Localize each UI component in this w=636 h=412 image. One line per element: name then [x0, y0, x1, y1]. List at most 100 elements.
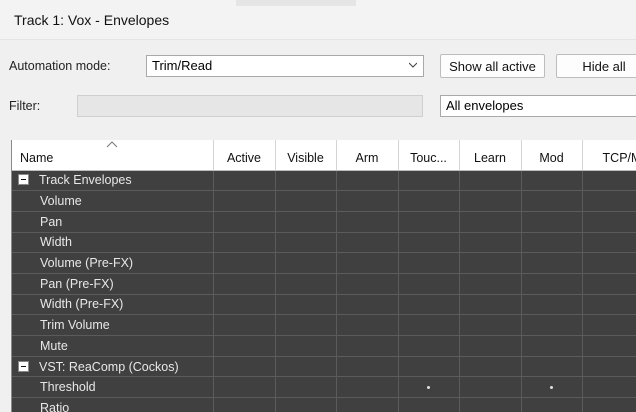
- cell-1[interactable]: [213, 314, 276, 336]
- cell-4[interactable]: [398, 252, 460, 274]
- row-name-cell[interactable]: Pan (Pre-FX): [12, 273, 214, 295]
- cell-2[interactable]: [275, 273, 337, 295]
- cell-4[interactable]: [398, 356, 460, 378]
- cell-3[interactable]: [336, 273, 399, 295]
- cell-7[interactable]: [582, 252, 636, 274]
- cell-2[interactable]: [275, 376, 337, 399]
- row-name-cell[interactable]: Pan: [12, 211, 214, 233]
- row-name-cell[interactable]: Volume (Pre-FX): [12, 252, 214, 274]
- cell-1[interactable]: [213, 335, 276, 357]
- cell-3[interactable]: [336, 376, 399, 399]
- cell-2[interactable]: [275, 397, 337, 412]
- row-name-cell[interactable]: VST: ReaComp (Cockos): [12, 356, 214, 378]
- cell-3[interactable]: [336, 335, 399, 357]
- cell-2[interactable]: [275, 190, 337, 212]
- column-header-7[interactable]: TCP/M: [582, 140, 636, 171]
- row-name-cell[interactable]: Width: [12, 232, 214, 254]
- cell-1[interactable]: [213, 211, 276, 233]
- cell-6[interactable]: [521, 376, 583, 399]
- cell-7[interactable]: [582, 335, 636, 357]
- group-row[interactable]: Track Envelopes: [12, 170, 636, 192]
- envelope-scope-select[interactable]: All envelopes: [440, 95, 636, 117]
- cell-5[interactable]: [459, 356, 522, 378]
- envelope-row[interactable]: Mute: [12, 335, 636, 357]
- automation-mode-select[interactable]: Trim/Read: [146, 55, 424, 77]
- cell-1[interactable]: [213, 170, 276, 192]
- cell-7[interactable]: [582, 273, 636, 295]
- envelope-row[interactable]: Volume: [12, 190, 636, 212]
- cell-1[interactable]: [213, 397, 276, 412]
- cell-7[interactable]: [582, 356, 636, 378]
- cell-4[interactable]: [398, 273, 460, 295]
- cell-3[interactable]: [336, 190, 399, 212]
- show-all-active-button[interactable]: Show all active: [440, 54, 545, 78]
- cell-3[interactable]: [336, 170, 399, 192]
- row-name-cell[interactable]: Track Envelopes: [12, 170, 214, 192]
- cell-4[interactable]: [398, 314, 460, 336]
- column-header-3[interactable]: Arm: [336, 140, 399, 171]
- cell-5[interactable]: [459, 170, 522, 192]
- collapse-icon[interactable]: [18, 360, 29, 372]
- cell-4[interactable]: [398, 190, 460, 212]
- cell-5[interactable]: [459, 273, 522, 295]
- envelope-row[interactable]: Trim Volume: [12, 314, 636, 336]
- cell-1[interactable]: [213, 356, 276, 378]
- cell-5[interactable]: [459, 397, 522, 412]
- cell-5[interactable]: [459, 211, 522, 233]
- cell-6[interactable]: [521, 356, 583, 378]
- cell-2[interactable]: [275, 335, 337, 357]
- cell-7[interactable]: [582, 397, 636, 412]
- cell-3[interactable]: [336, 356, 399, 378]
- cell-7[interactable]: [582, 314, 636, 336]
- cell-4[interactable]: [398, 335, 460, 357]
- cell-3[interactable]: [336, 397, 399, 412]
- cell-6[interactable]: [521, 232, 583, 254]
- cell-6[interactable]: [521, 211, 583, 233]
- cell-5[interactable]: [459, 190, 522, 212]
- cell-4[interactable]: [398, 397, 460, 412]
- group-row[interactable]: VST: ReaComp (Cockos): [12, 356, 636, 378]
- cell-2[interactable]: [275, 211, 337, 233]
- envelope-row[interactable]: Pan (Pre-FX): [12, 273, 636, 295]
- envelope-row[interactable]: Threshold: [12, 376, 636, 399]
- cell-6[interactable]: [521, 252, 583, 274]
- cell-1[interactable]: [213, 232, 276, 254]
- hide-all-button[interactable]: Hide all: [556, 54, 636, 78]
- column-header-name[interactable]: Name: [12, 140, 214, 171]
- row-name-cell[interactable]: Threshold: [12, 376, 214, 399]
- cell-5[interactable]: [459, 294, 522, 316]
- cell-3[interactable]: [336, 314, 399, 336]
- cell-1[interactable]: [213, 294, 276, 316]
- cell-7[interactable]: [582, 170, 636, 192]
- cell-7[interactable]: [582, 232, 636, 254]
- cell-5[interactable]: [459, 376, 522, 399]
- envelope-row[interactable]: Pan: [12, 211, 636, 233]
- cell-2[interactable]: [275, 356, 337, 378]
- cell-1[interactable]: [213, 190, 276, 212]
- row-name-cell[interactable]: Volume: [12, 190, 214, 212]
- column-header-6[interactable]: Mod: [521, 140, 583, 171]
- column-header-1[interactable]: Active: [213, 140, 276, 171]
- cell-4[interactable]: [398, 211, 460, 233]
- row-name-cell[interactable]: Ratio: [12, 397, 214, 412]
- cell-7[interactable]: [582, 190, 636, 212]
- cell-1[interactable]: [213, 273, 276, 295]
- cell-6[interactable]: [521, 314, 583, 336]
- cell-6[interactable]: [521, 170, 583, 192]
- cell-5[interactable]: [459, 252, 522, 274]
- cell-4[interactable]: [398, 294, 460, 316]
- cell-5[interactable]: [459, 314, 522, 336]
- cell-5[interactable]: [459, 232, 522, 254]
- cell-7[interactable]: [582, 376, 636, 399]
- envelope-row[interactable]: Width (Pre-FX): [12, 294, 636, 316]
- cell-1[interactable]: [213, 376, 276, 399]
- cell-2[interactable]: [275, 314, 337, 336]
- cell-2[interactable]: [275, 252, 337, 274]
- column-header-2[interactable]: Visible: [275, 140, 337, 171]
- cell-2[interactable]: [275, 232, 337, 254]
- row-name-cell[interactable]: Mute: [12, 335, 214, 357]
- envelope-row[interactable]: Volume (Pre-FX): [12, 252, 636, 274]
- cell-3[interactable]: [336, 252, 399, 274]
- cell-3[interactable]: [336, 294, 399, 316]
- row-name-cell[interactable]: Width (Pre-FX): [12, 294, 214, 316]
